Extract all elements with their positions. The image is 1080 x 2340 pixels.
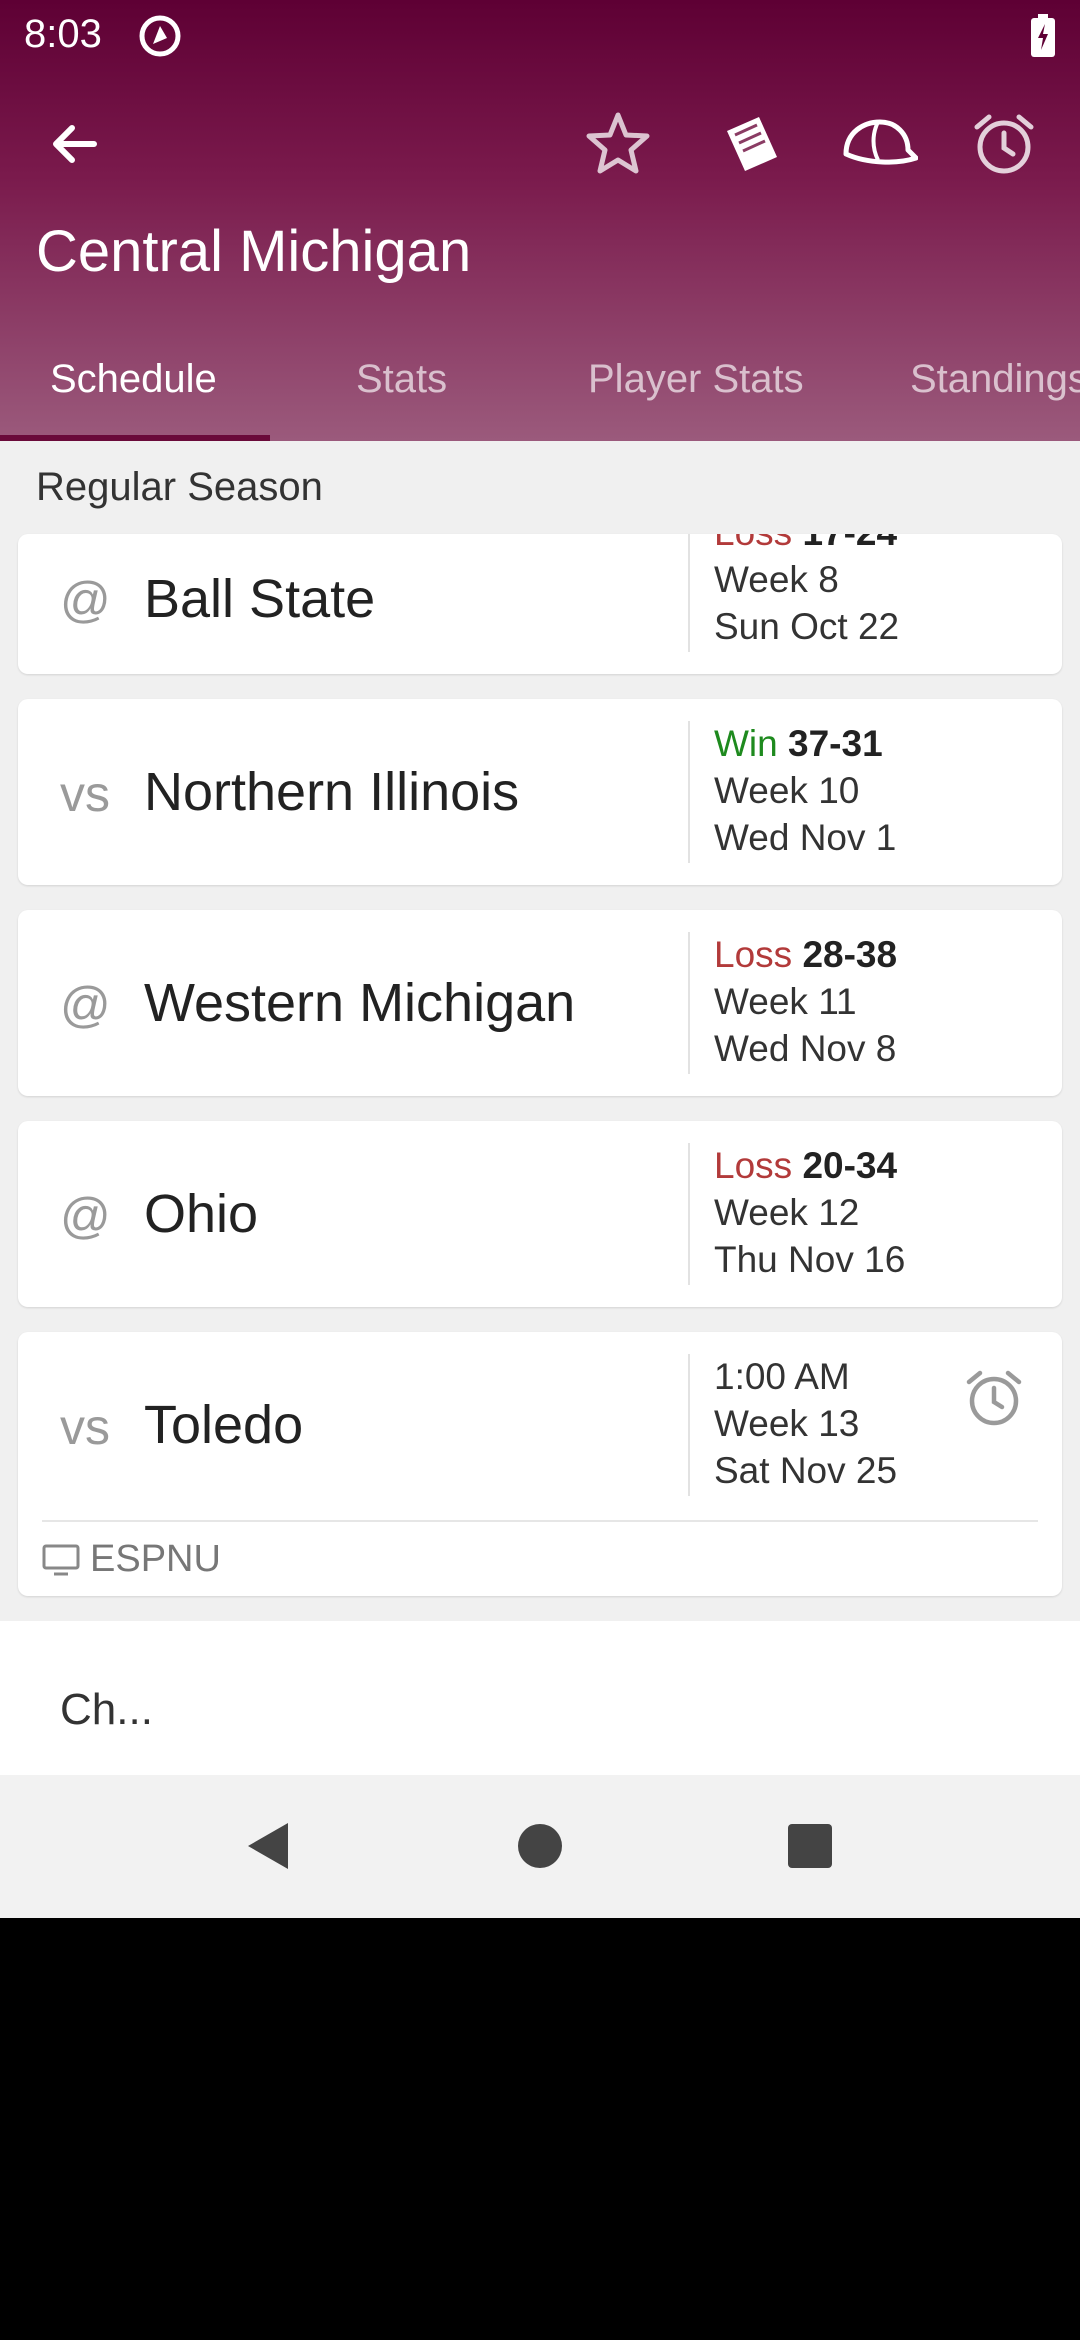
game-date: Sun Oct 22 (714, 606, 900, 647)
opponent-name: Toledo (144, 1395, 304, 1455)
tickets-icon (727, 117, 777, 171)
alarm-icon[interactable] (962, 1366, 1026, 1430)
card-divider-horizontal (42, 1520, 1038, 1522)
game-week: Week 12 (714, 1192, 860, 1233)
opponent-name: Northern Illinois (144, 762, 520, 822)
game-result: Loss 20-34 (714, 1145, 897, 1187)
section-header: Regular Season (36, 465, 323, 509)
result-label: Loss (714, 1145, 793, 1186)
star-icon (586, 112, 650, 174)
tickets-button[interactable] (712, 104, 792, 184)
game-week: Week 10 (714, 770, 860, 811)
home-away-indicator: @ (60, 1188, 111, 1244)
next-section-title: Ch... (60, 1685, 153, 1734)
game-week: Week 11 (714, 981, 857, 1022)
system-nav-bar (0, 1775, 1080, 1918)
status-time: 8:03 (24, 12, 102, 56)
page-title: Central Michigan (36, 219, 472, 284)
next-section: Ch... (0, 1621, 1080, 1775)
alarm-icon (974, 114, 1034, 174)
tab-player-stats[interactable]: Player Stats (588, 340, 804, 441)
opponent-name: Ball State (144, 569, 376, 629)
home-away-indicator: @ (60, 572, 111, 628)
result-label: Loss (714, 934, 793, 975)
result-label: Win (714, 723, 778, 764)
card-divider (688, 932, 690, 1074)
game-week: Week 8 (714, 559, 839, 600)
card-divider (688, 1143, 690, 1285)
result-score: 17-24 (802, 534, 897, 553)
tab-schedule[interactable]: Schedule (50, 340, 217, 441)
home-away-indicator: @ (60, 977, 111, 1033)
game-date: Thu Nov 16 (714, 1239, 906, 1280)
home-away-indicator: vs (60, 1399, 110, 1455)
schedule-list[interactable]: Regular Season @ Ball State Loss 17-24 W… (0, 441, 1080, 1775)
tab-bar: Schedule Stats Player Stats Standings (0, 340, 1080, 441)
game-card-ball-state[interactable]: @ Ball State Loss 17-24 Week 8 Sun Oct 2… (18, 534, 1062, 674)
result-score: 20-34 (802, 1145, 898, 1186)
game-result: Win 37-31 (714, 723, 883, 765)
triangle-back-icon (248, 1823, 288, 1869)
game-date: Wed Nov 1 (714, 817, 897, 858)
game-date: Sat Nov 25 (714, 1450, 898, 1491)
opponent-name: Western Michigan (144, 973, 576, 1033)
tv-network: ESPNU (90, 1538, 221, 1580)
tab-stats[interactable]: Stats (356, 340, 447, 441)
team-gear-button[interactable] (838, 104, 918, 184)
arrow-back-icon (53, 125, 97, 163)
favorite-button[interactable] (578, 104, 658, 184)
game-date: Wed Nov 8 (714, 1028, 897, 1069)
result-score: 28-38 (802, 934, 898, 975)
card-divider (688, 1354, 690, 1496)
game-result: Loss 17-24 (714, 534, 897, 554)
nav-home-button[interactable] (505, 1811, 575, 1881)
battery-icon (1031, 14, 1055, 57)
tab-standings[interactable]: Standings (910, 340, 1080, 441)
status-bar: 8:03 (0, 0, 1080, 70)
card-divider (688, 534, 690, 652)
game-result: Loss 28-38 (714, 934, 897, 976)
card-divider (688, 721, 690, 863)
opponent-name: Ohio (144, 1184, 259, 1244)
game-card-toledo[interactable]: vs Toledo 1:00 AM Week 13 Sat Nov 25 ESP… (18, 1332, 1062, 1596)
cap-icon (843, 119, 918, 165)
game-card-western-michigan[interactable]: @ Western Michigan Loss 28-38 Week 11 We… (18, 910, 1062, 1096)
home-away-indicator: vs (60, 766, 110, 822)
nav-back-button[interactable] (232, 1811, 302, 1881)
alarm-button[interactable] (964, 104, 1044, 184)
nav-recents-button[interactable] (775, 1811, 845, 1881)
game-card-ohio[interactable]: @ Ohio Loss 20-34 Week 12 Thu Nov 16 (18, 1121, 1062, 1307)
square-recents-icon (788, 1824, 832, 1868)
empty-screen-area (0, 1918, 1080, 2340)
game-card-northern-illinois[interactable]: vs Northern Illinois Win 37-31 Week 10 W… (18, 699, 1062, 885)
app-notification-icon (139, 15, 181, 57)
app-header: 8:03 Central Michigan Schedule Stats Pla… (0, 0, 1080, 441)
back-button[interactable] (34, 104, 114, 184)
circle-home-icon (518, 1824, 562, 1868)
game-time: 1:00 AM (714, 1356, 850, 1397)
result-label: Loss (714, 534, 792, 553)
result-score: 37-31 (788, 723, 883, 764)
tv-icon (42, 1544, 80, 1576)
game-week: Week 13 (714, 1403, 860, 1444)
